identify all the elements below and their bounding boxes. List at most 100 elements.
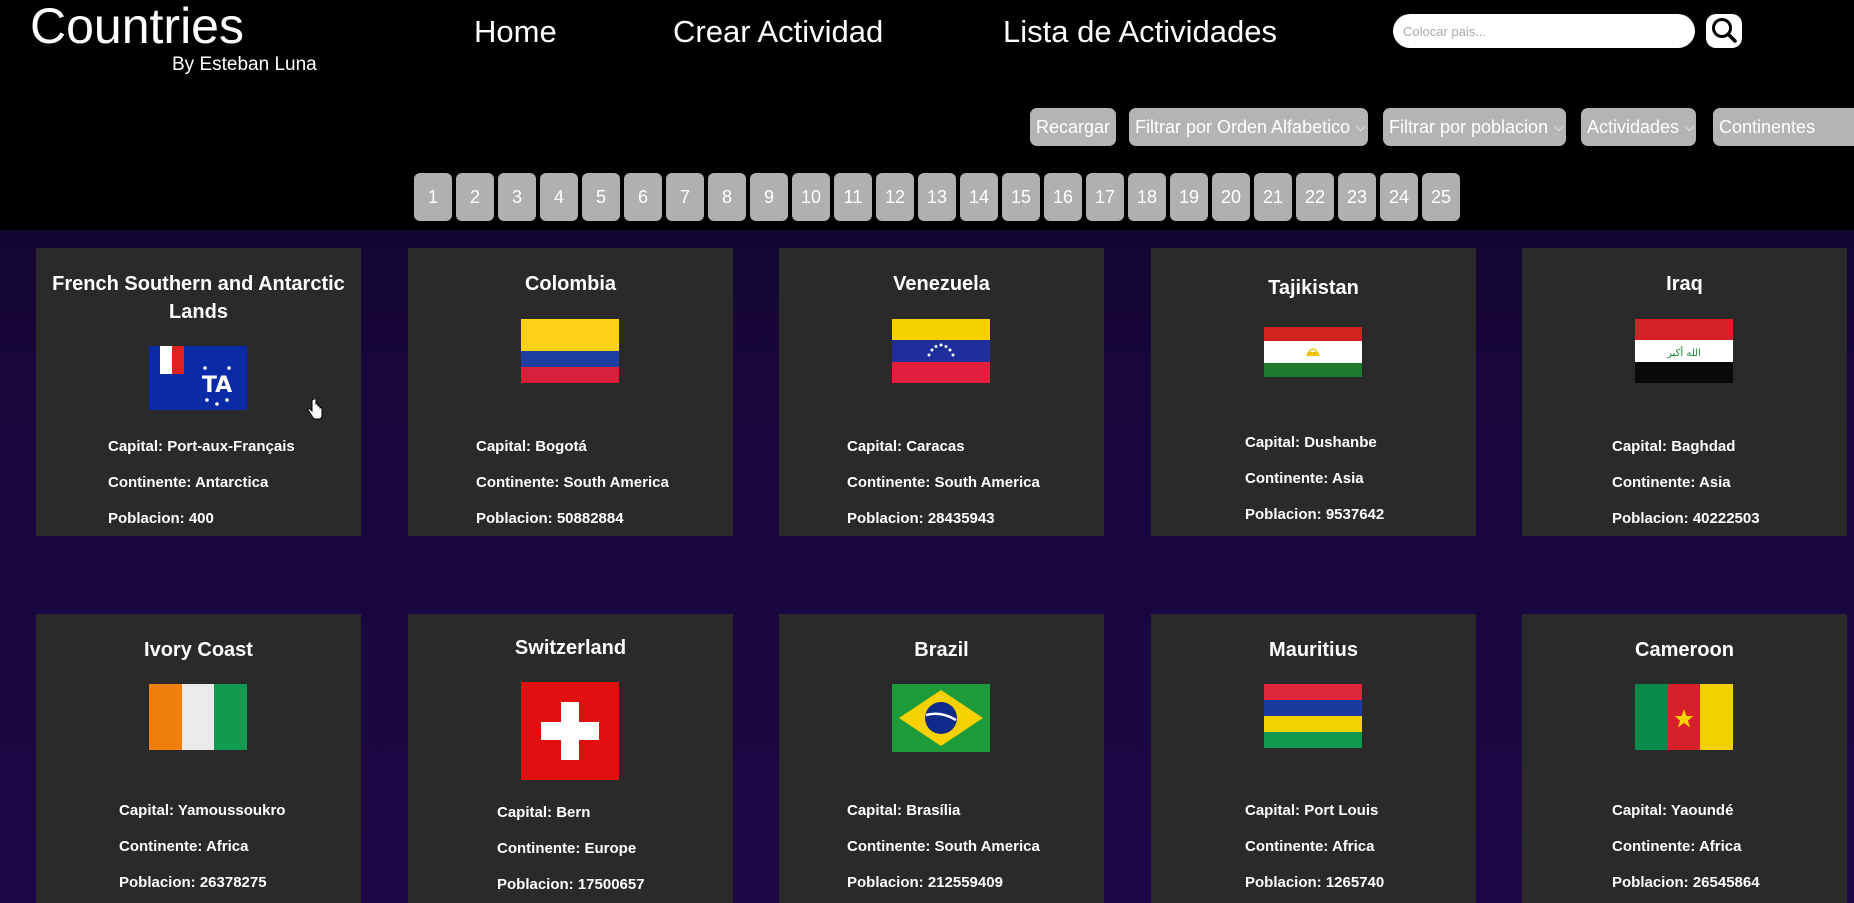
search-button[interactable] <box>1706 14 1742 48</box>
country-continent-label: Continente: <box>119 838 206 855</box>
country-capital: Capital: Caracas <box>847 438 965 455</box>
venezuela-flag-icon <box>892 319 990 383</box>
mouse-cursor-icon <box>307 398 323 425</box>
country-population: Poblacion: 400 <box>108 510 214 527</box>
country-card[interactable]: French Southern and Antarctic Lands TA Cap… <box>36 248 361 536</box>
country-continent: Continente: Africa <box>119 838 248 855</box>
page-button[interactable]: 5 <box>582 173 620 221</box>
nav-create-activity-link[interactable]: Crear Actividad <box>673 14 883 50</box>
page-button[interactable]: 15 <box>1002 173 1040 221</box>
country-continent: Continente: Asia <box>1612 474 1731 491</box>
country-card[interactable]: Tajikistan Capital: Dushanbe Continente: A… <box>1151 248 1476 536</box>
country-card[interactable]: Mauritius Capital: Port Louis Continente: … <box>1151 614 1476 903</box>
header: Countries By Esteban Luna Home Crear Act… <box>0 0 1854 230</box>
page-button[interactable]: 7 <box>666 173 704 221</box>
country-continent-label: Continente: <box>476 474 564 491</box>
country-name: Venezuela <box>893 273 990 295</box>
country-population-label: Poblacion: <box>1245 874 1326 891</box>
nav-activity-list-link[interactable]: Lista de Actividades <box>1003 14 1277 50</box>
french-southern-lands-flag-icon: TA <box>149 346 247 410</box>
nav-home-link[interactable]: Home <box>474 14 557 50</box>
page-button[interactable]: 23 <box>1338 173 1376 221</box>
alphabetical-order-select[interactable]: Filtrar por Orden Alfabetico ⌵ <box>1129 108 1368 146</box>
page-button[interactable]: 21 <box>1254 173 1292 221</box>
reload-button[interactable]: Recargar <box>1030 108 1116 146</box>
country-capital-value: Yaoundé <box>1670 802 1734 819</box>
country-card[interactable]: Iraq الله أكبر Capital: Baghdad Continente:… <box>1522 248 1847 536</box>
page-button[interactable]: 14 <box>960 173 998 221</box>
country-continent-value: Asia <box>1698 474 1731 491</box>
country-name: Tajikistan <box>1268 277 1359 299</box>
country-continent: Continente: South America <box>847 474 1040 491</box>
country-population-value: 28435943 <box>927 510 995 527</box>
switzerland-flag-icon <box>521 682 619 780</box>
country-continent-value: Africa <box>1331 838 1375 855</box>
country-population-value: 9537642 <box>1325 506 1385 523</box>
country-population-value: 212559409 <box>927 874 1003 891</box>
country-card[interactable]: Brazil Capital: Brasília Continente: South… <box>779 614 1104 903</box>
page-button[interactable]: 10 <box>792 173 830 221</box>
activities-filter-select[interactable]: Actividades ⌵ <box>1581 108 1696 146</box>
country-population-value: 1265740 <box>1325 874 1385 891</box>
page-button[interactable]: 19 <box>1170 173 1208 221</box>
country-population-label: Poblacion: <box>476 510 557 527</box>
country-name: Brazil <box>914 639 969 661</box>
country-card[interactable]: Colombia Capital: Bogotá Continente: South… <box>408 248 733 536</box>
alphabetical-order-label: Filtrar por Orden Alfabetico <box>1135 116 1351 137</box>
continents-filter-label: Continentes <box>1719 116 1816 137</box>
country-capital-value: Port Louis <box>1304 802 1379 819</box>
country-continent-value: Europe <box>584 840 637 857</box>
page-button[interactable]: 6 <box>624 173 662 221</box>
page-button[interactable]: 3 <box>498 173 536 221</box>
country-population-label: Poblacion: <box>119 874 200 891</box>
country-population-label: Poblacion: <box>497 876 578 893</box>
app-subtitle: By Esteban Luna <box>172 54 317 75</box>
country-capital: Capital: Brasília <box>847 802 960 819</box>
country-name: Cameroon <box>1635 639 1734 661</box>
page-button[interactable]: 18 <box>1128 173 1166 221</box>
chevron-down-icon: ⌵ <box>1356 119 1366 134</box>
svg-text:الله أكبر: الله أكبر <box>1666 346 1701 359</box>
country-name: Mauritius <box>1269 639 1358 661</box>
country-continent: Continente: Antarctica <box>108 474 268 491</box>
page-button[interactable]: 24 <box>1380 173 1418 221</box>
page-button[interactable]: 13 <box>918 173 956 221</box>
country-population-value: 26378275 <box>199 874 267 891</box>
page-button[interactable]: 9 <box>750 173 788 221</box>
country-continent: Continente: South America <box>476 474 669 491</box>
country-capital-value: Caracas <box>906 438 965 455</box>
page-button[interactable]: 8 <box>708 173 746 221</box>
country-card[interactable]: Venezuela Capital: Caracas Continente: Sou… <box>779 248 1104 536</box>
continents-filter-select[interactable]: Continentes <box>1713 108 1854 146</box>
cameroon-flag-icon <box>1635 684 1733 750</box>
country-population-value: 40222503 <box>1692 510 1760 527</box>
page-button[interactable]: 22 <box>1296 173 1334 221</box>
page-button[interactable]: 12 <box>876 173 914 221</box>
page-button[interactable]: 2 <box>456 173 494 221</box>
reload-label: Recargar <box>1035 116 1111 137</box>
search-input[interactable] <box>1393 14 1695 48</box>
country-card[interactable]: Ivory Coast Capital: Yamoussoukro Continen… <box>36 614 361 903</box>
country-card[interactable]: Switzerland Capital: Bern Continente: Euro… <box>408 614 733 903</box>
country-continent-value: Africa <box>1698 838 1742 855</box>
page-button[interactable]: 11 <box>834 173 872 221</box>
country-card[interactable]: Cameroon Capital: Yaoundé Continente: Afri… <box>1522 614 1847 903</box>
country-continent-value: Antarctica <box>194 474 269 491</box>
country-name: Iraq <box>1666 273 1703 295</box>
country-population-label: Poblacion: <box>1612 510 1693 527</box>
page-button[interactable]: 17 <box>1086 173 1124 221</box>
country-capital-label: Capital: <box>497 804 557 821</box>
page-button[interactable]: 1 <box>414 173 452 221</box>
page-button[interactable]: 16 <box>1044 173 1082 221</box>
country-capital: Capital: Port-aux-Français <box>108 438 295 455</box>
country-capital-value: Brasília <box>906 802 961 819</box>
page-button[interactable]: 25 <box>1422 173 1460 221</box>
colombia-flag-icon <box>521 319 619 383</box>
population-filter-select[interactable]: Filtrar por poblacion ⌵ <box>1383 108 1566 146</box>
country-population: Poblacion: 26545864 <box>1612 874 1760 891</box>
country-population-value: 26545864 <box>1692 874 1760 891</box>
country-continent-value: Africa <box>205 838 249 855</box>
country-population-value: 50882884 <box>556 510 624 527</box>
page-button[interactable]: 4 <box>540 173 578 221</box>
page-button[interactable]: 20 <box>1212 173 1250 221</box>
